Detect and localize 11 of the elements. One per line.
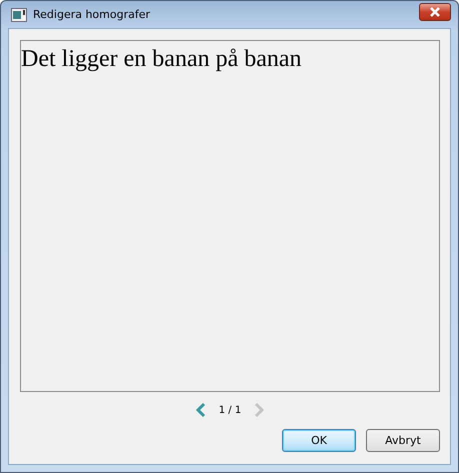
editor-text: Det ligger en banan på banan [21,45,302,73]
close-button[interactable] [419,2,451,20]
page-indicator: 1 / 1 [218,404,242,416]
window-title: Redigera homografer [33,8,152,21]
chevron-left-icon [194,402,207,418]
chevron-right-icon [253,402,266,418]
close-icon [428,6,442,16]
cancel-button[interactable]: Avbryt [366,429,440,452]
text-editor[interactable]: Det ligger en banan på banan [20,40,440,392]
ok-button[interactable]: OK [282,429,356,452]
window-icon [11,8,27,22]
